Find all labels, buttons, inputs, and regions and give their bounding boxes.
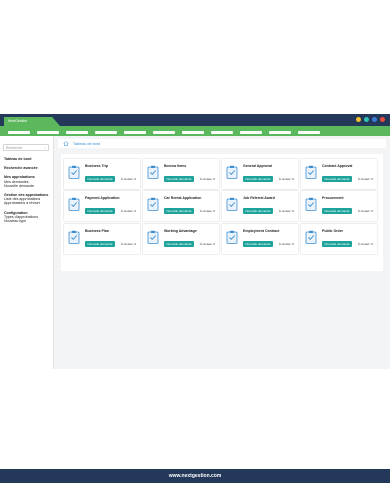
sidebar-item[interactable]: Nouvelle demande xyxy=(4,184,52,188)
box-icon xyxy=(147,165,159,179)
dashboard-panel: Business Trip Nouvelle demande À réviser: … xyxy=(61,154,383,271)
approval-card[interactable]: Working Advantage Nouvelle demande À révis… xyxy=(143,224,219,254)
window-control-blue[interactable] xyxy=(372,117,377,122)
menu-item[interactable] xyxy=(182,131,204,134)
new-request-button[interactable]: Nouvelle demande xyxy=(85,241,115,247)
briefcase-icon xyxy=(147,230,159,244)
new-request-button[interactable]: Nouvelle demande xyxy=(322,176,352,182)
approval-card[interactable]: Business Plan Nouvelle demande À réviser: … xyxy=(64,224,140,254)
new-request-button[interactable]: Nouvelle demande xyxy=(243,208,273,214)
approval-card[interactable]: Job Referral Award Nouvelle demande À révi… xyxy=(222,191,298,221)
new-request-button[interactable]: Nouvelle demande xyxy=(85,176,115,182)
new-request-button[interactable]: Nouvelle demande xyxy=(322,208,352,214)
card-title: Business Trip xyxy=(85,164,108,168)
review-count: À réviser: 0 xyxy=(199,242,215,246)
card-title: Car Rental Application xyxy=(164,196,202,200)
approval-card[interactable]: Car Rental Application Nouvelle demande À … xyxy=(143,191,219,221)
menu-item[interactable] xyxy=(298,131,320,134)
sidebar-item[interactable]: Approbations à réviser xyxy=(4,201,52,205)
sidebar-item[interactable]: Nouveau type xyxy=(4,219,52,223)
window-controls xyxy=(356,117,385,122)
review-count: À réviser: 0 xyxy=(278,209,294,213)
approval-card[interactable]: Public Order Nouvelle demande À réviser: 0 xyxy=(301,224,377,254)
top-menu xyxy=(8,131,320,134)
approval-card[interactable]: Borrow Items Nouvelle demande À réviser: 0 xyxy=(143,159,219,189)
card-title: Employment Contract xyxy=(243,229,280,233)
chart-icon xyxy=(68,230,80,244)
search-input[interactable]: Rechercher ⌄ xyxy=(3,144,49,151)
sidebar: Rechercher ⌄ Tableau de bord Recherche av… xyxy=(0,136,54,369)
breadcrumb-label[interactable]: Tableau de bord xyxy=(73,142,100,146)
contract-icon xyxy=(226,230,238,244)
menu-item[interactable] xyxy=(8,131,30,134)
review-count: À réviser: 0 xyxy=(357,209,373,213)
approval-card[interactable]: Contract Approval Nouvelle demande À révis… xyxy=(301,159,377,189)
app-window: NextGestion Rechercher ⌄ Tableau de bord… xyxy=(0,114,390,483)
sidebar-menu: Tableau de bord Recherche avancée Mes appr… xyxy=(4,157,52,223)
list-icon xyxy=(305,230,317,244)
footer: www.nextgestion.com xyxy=(0,469,390,483)
card-title: Public Order xyxy=(322,229,344,233)
new-request-button[interactable]: Nouvelle demande xyxy=(243,176,273,182)
menu-item[interactable] xyxy=(66,131,88,134)
new-request-button[interactable]: Nouvelle demande xyxy=(322,241,352,247)
sidebar-item[interactable]: Recherche avancée xyxy=(4,166,52,170)
title-bar: NextGestion xyxy=(0,114,390,126)
card-title: Business Plan xyxy=(85,229,109,233)
breadcrumb: Tableau de bord xyxy=(58,139,386,148)
card-title: General Approval xyxy=(243,164,273,168)
suitcase-icon xyxy=(68,165,80,179)
window-control-red[interactable] xyxy=(380,117,385,122)
menu-item[interactable] xyxy=(37,131,59,134)
document-icon xyxy=(305,165,317,179)
window-control-teal[interactable] xyxy=(364,117,369,122)
search-placeholder: Rechercher xyxy=(6,146,23,150)
review-count: À réviser: 0 xyxy=(120,242,136,246)
new-request-button[interactable]: Nouvelle demande xyxy=(164,176,194,182)
card-title: Payment Application xyxy=(85,196,120,200)
menu-item[interactable] xyxy=(211,131,233,134)
menu-item[interactable] xyxy=(269,131,291,134)
review-count: À réviser: 0 xyxy=(120,209,136,213)
tab-nextgestion[interactable]: NextGestion xyxy=(4,117,60,126)
review-count: À réviser: 0 xyxy=(357,177,373,181)
sidebar-item[interactable]: Tableau de bord xyxy=(4,157,52,161)
check-icon xyxy=(226,165,238,179)
menu-item[interactable] xyxy=(153,131,175,134)
review-count: À réviser: 0 xyxy=(278,177,294,181)
user-icon xyxy=(226,197,238,211)
home-icon[interactable] xyxy=(63,141,69,146)
review-count: À réviser: 0 xyxy=(199,177,215,181)
car-icon xyxy=(147,197,159,211)
new-request-button[interactable]: Nouvelle demande xyxy=(243,241,273,247)
new-request-button[interactable]: Nouvelle demande xyxy=(85,208,115,214)
approval-card[interactable]: Employment Contract Nouvelle demande À rév… xyxy=(222,224,298,254)
menu-item[interactable] xyxy=(124,131,146,134)
approval-card[interactable]: Procurement Nouvelle demande À réviser: 0 xyxy=(301,191,377,221)
review-count: À réviser: 0 xyxy=(357,242,373,246)
cart-icon xyxy=(305,197,317,211)
review-count: À réviser: 0 xyxy=(278,242,294,246)
card-title: Contract Approval xyxy=(322,164,353,168)
menu-item[interactable] xyxy=(240,131,262,134)
review-count: À réviser: 0 xyxy=(199,209,215,213)
menu-item[interactable] xyxy=(95,131,117,134)
card-title: Borrow Items xyxy=(164,164,187,168)
card-icon xyxy=(68,197,80,211)
new-request-button[interactable]: Nouvelle demande xyxy=(164,208,194,214)
card-title: Job Referral Award xyxy=(243,196,275,200)
card-title: Procurement xyxy=(322,196,344,200)
review-count: À réviser: 0 xyxy=(120,177,136,181)
approval-card[interactable]: General Approval Nouvelle demande À révise… xyxy=(222,159,298,189)
card-title: Working Advantage xyxy=(164,229,197,233)
chevron-down-icon: ⌄ xyxy=(43,146,46,150)
approval-card[interactable]: Business Trip Nouvelle demande À réviser: … xyxy=(64,159,140,189)
new-request-button[interactable]: Nouvelle demande xyxy=(164,241,194,247)
window-control-yellow[interactable] xyxy=(356,117,361,122)
approval-card[interactable]: Payment Application Nouvelle demande À rév… xyxy=(64,191,140,221)
